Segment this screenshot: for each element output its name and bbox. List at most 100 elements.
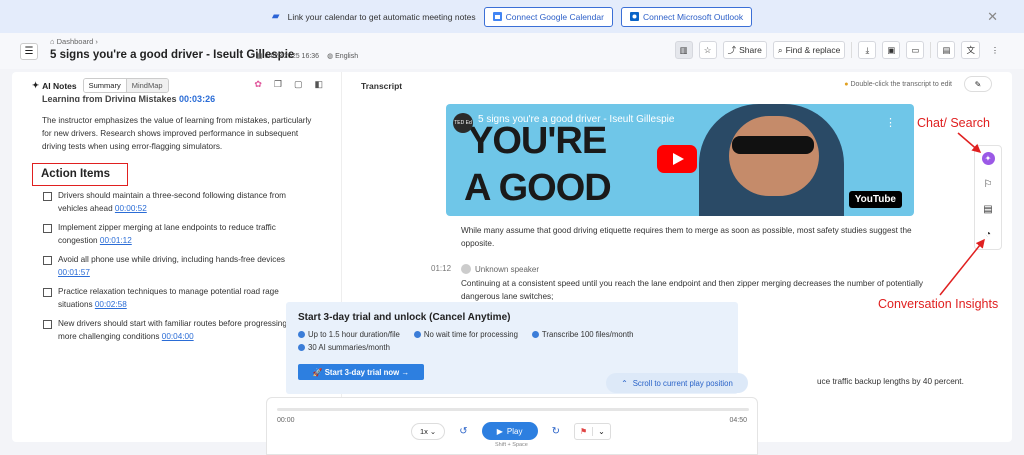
speaker-avatar-icon xyxy=(461,264,471,274)
rewind-icon[interactable]: ↺ xyxy=(459,426,467,437)
promo-feature: Up to 1.5 hour duration/file xyxy=(298,330,400,339)
edit-hint: ● Double-click the transcript to edit xyxy=(844,81,952,88)
progress-bar[interactable] xyxy=(277,408,749,411)
pencil-icon: ✎ xyxy=(974,79,982,89)
view-switch: Summary MindMap xyxy=(82,78,169,93)
checkbox[interactable] xyxy=(43,320,52,329)
find-replace-button[interactable]: ⌕ Find & replace xyxy=(772,41,846,59)
scroll-to-play-position-button[interactable]: ⌃ Scroll to current play position xyxy=(606,373,748,393)
list-item: New drivers should start with familiar r… xyxy=(43,318,315,343)
page-header: ☰ ⌂ Dashboard › 5 signs you're a good dr… xyxy=(0,33,1024,69)
item-text: New drivers should start with familiar r… xyxy=(58,319,296,341)
tab-mindmap[interactable]: MindMap xyxy=(126,79,168,92)
connect-google-calendar-button[interactable]: Connect Google Calendar xyxy=(483,6,613,27)
save-button[interactable]: ▤ xyxy=(937,41,956,59)
translate-button[interactable]: 文 xyxy=(961,41,980,59)
checkbox[interactable] xyxy=(43,224,52,233)
comment-icon[interactable]: ▢ xyxy=(294,79,303,90)
transcript-timestamp[interactable]: 01:12 xyxy=(431,264,451,273)
transcript-paragraph[interactable]: Continuing at a consistent speed until y… xyxy=(461,278,931,303)
calendar-banner: ▰ Link your calendar to get automatic me… xyxy=(0,0,1024,33)
transcript-title: Transcript xyxy=(361,81,403,91)
more-vertical-icon[interactable]: ⋮ xyxy=(885,116,896,129)
check-icon xyxy=(531,331,539,338)
calendar-icon: ▰ xyxy=(271,11,280,22)
item-text: Implement zipper merging at lane endpoin… xyxy=(58,223,276,245)
share-button[interactable]: ⤴ Share xyxy=(722,41,767,59)
speaker-label[interactable]: Unknown speaker xyxy=(461,264,539,274)
more-button[interactable]: ⋮ xyxy=(986,41,1004,59)
download-button[interactable]: ⤓ xyxy=(858,41,877,59)
transcript-paragraph[interactable]: uce traffic backup lengths by 40 percent… xyxy=(817,377,964,386)
tab-summary[interactable]: Summary xyxy=(83,79,127,92)
copy-icon[interactable]: ❐ xyxy=(274,79,282,90)
time-current: 00:00 xyxy=(277,417,295,424)
timestamp-link[interactable]: 00:01:12 xyxy=(100,236,132,245)
checkbox[interactable] xyxy=(43,288,52,297)
timestamp-link[interactable]: 00:01:57 xyxy=(58,268,90,277)
check-icon xyxy=(298,344,305,351)
channel-logo[interactable]: TED Ed xyxy=(453,113,473,133)
forward-icon[interactable]: ↻ xyxy=(552,426,560,437)
layout-toggle-button[interactable]: ▥ xyxy=(674,41,693,59)
breadcrumb-dashboard[interactable]: Dashboard xyxy=(57,37,94,46)
arrow-right-icon: → xyxy=(401,367,410,377)
video-player[interactable]: YOU'RE A GOOD TED Ed 5 signs you're a go… xyxy=(446,104,914,216)
video-play-button[interactable] xyxy=(657,145,697,173)
bookmark-add-icon[interactable]: ⚑ xyxy=(575,426,594,436)
outlook-icon xyxy=(629,12,639,21)
breadcrumb[interactable]: ⌂ Dashboard › xyxy=(50,37,98,46)
ai-color-icon[interactable]: ✿ xyxy=(254,79,262,90)
transcript-paragraph[interactable]: While many assume that good driving etiq… xyxy=(461,225,931,250)
connect-outlook-button[interactable]: Connect Microsoft Outlook xyxy=(620,6,753,27)
download-icon: ⤓ xyxy=(865,44,870,55)
banner-text: Link your calendar to get automatic meet… xyxy=(287,11,476,22)
date-text: ▦ 04/23/2025 16:36 xyxy=(256,53,320,60)
menu-button[interactable]: ☰ xyxy=(20,43,38,60)
notes-icon[interactable]: ▤ xyxy=(983,204,992,215)
close-icon[interactable]: ✕ xyxy=(987,9,998,25)
chat-search-icon[interactable]: ✦ xyxy=(981,152,995,165)
star-button[interactable]: ☆ xyxy=(698,41,717,59)
google-calendar-icon xyxy=(492,12,502,21)
language-text[interactable]: ◍ English xyxy=(327,52,358,60)
bookmark-icon[interactable]: ⚐ xyxy=(984,179,993,190)
checkbox[interactable] xyxy=(43,192,52,201)
hamburger-icon: ☰ xyxy=(24,46,34,57)
timestamp-link[interactable]: 00:02:58 xyxy=(95,300,127,309)
promo-features: Up to 1.5 hour duration/file No wait tim… xyxy=(298,330,738,352)
timestamp-link[interactable]: 00:00:52 xyxy=(115,204,147,213)
action-items-heading: Action Items xyxy=(32,163,128,186)
calendar-small-icon: ▦ xyxy=(256,53,263,60)
time-total: 04:50 xyxy=(729,417,747,424)
promo-title: Start 3-day trial and unlock (Cancel Any… xyxy=(298,312,511,323)
edit-button[interactable]: ✎ xyxy=(964,76,992,92)
promo-feature: 30 AI summaries/month xyxy=(298,343,390,352)
file-meta: ▦ 04/23/2025 16:36 ◍ English xyxy=(256,52,358,60)
find-label: Find & replace xyxy=(785,45,841,55)
double-chevron-up-icon: ⌃ xyxy=(621,378,628,388)
share-label: Share xyxy=(739,45,762,55)
play-button[interactable]: ▶ Play xyxy=(481,422,538,440)
folder-icon: ▭ xyxy=(911,44,920,55)
cut-timestamp-link[interactable]: 00:03:26 xyxy=(179,94,215,102)
conversation-insights-icon[interactable]: ◔ xyxy=(985,229,991,240)
chevron-down-icon[interactable]: ⌄ xyxy=(593,427,610,436)
lightbulb-icon: ● xyxy=(844,81,849,88)
translate-icon: 文 xyxy=(966,45,975,55)
right-tool-sidebar: ✦ ⚐ ▤ ◔ xyxy=(974,145,1002,250)
list-item: Practice relaxation techniques to manage… xyxy=(43,286,315,311)
list-item: Avoid all phone use while driving, inclu… xyxy=(43,254,315,279)
start-trial-button[interactable]: 🚀 Start 3-day trial now → xyxy=(298,364,424,380)
collapse-panel-icon[interactable]: ◧ xyxy=(314,79,323,90)
ai-notes-actions: ✿ ❐ ▢ ◧ xyxy=(254,79,323,90)
export-icon: ▣ xyxy=(887,44,896,55)
checkbox[interactable] xyxy=(43,256,52,265)
speed-select[interactable]: 1x ⌄ xyxy=(411,422,446,440)
youtube-logo[interactable]: YouTube xyxy=(848,191,902,208)
export-button[interactable]: ▣ xyxy=(882,41,901,59)
video-title[interactable]: 5 signs you're a good driver - Iseult Gi… xyxy=(478,114,674,125)
timestamp-link[interactable]: 00:04:00 xyxy=(162,332,194,341)
folder-button[interactable]: ▭ xyxy=(906,41,925,59)
search-icon: ⌕ xyxy=(777,44,783,55)
